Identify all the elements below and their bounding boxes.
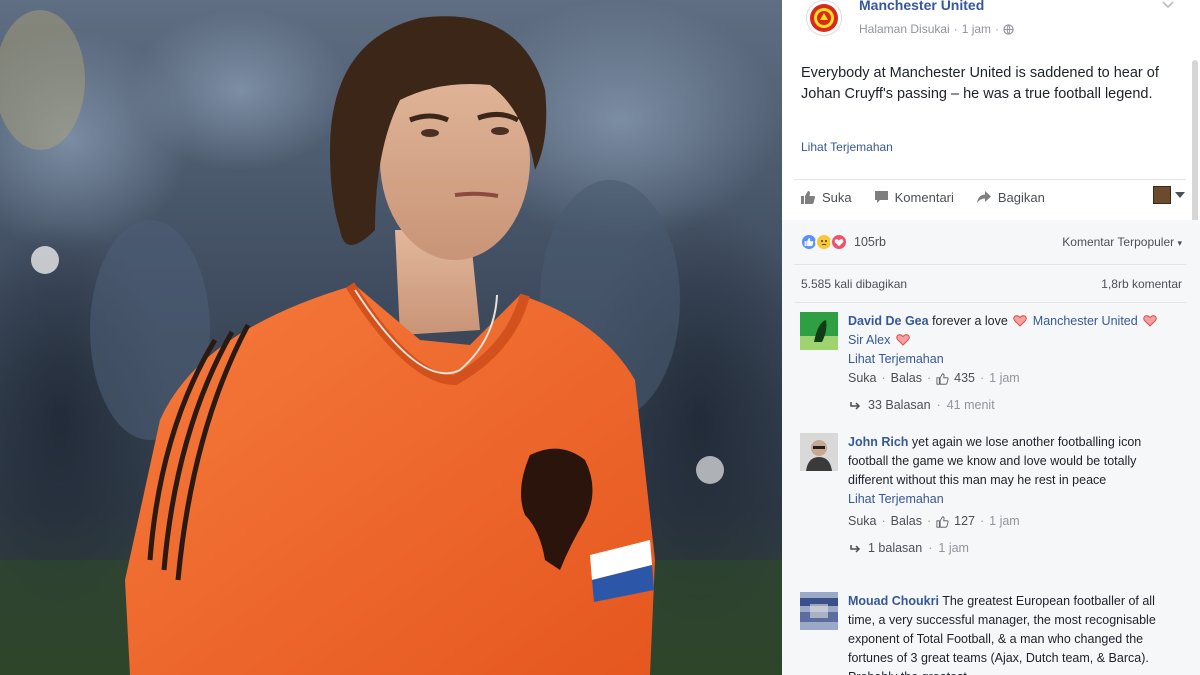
reply-count: 33 Balasan bbox=[868, 398, 931, 412]
comment-reply-link[interactable]: Balas bbox=[891, 369, 922, 388]
comment-meta: Suka · Balas · 127 · 1 jam bbox=[848, 512, 1170, 531]
like-button[interactable]: Suka bbox=[800, 190, 852, 205]
view-replies[interactable]: 1 balasan · 1 jam bbox=[850, 539, 1170, 558]
commenter-avatar[interactable] bbox=[800, 312, 838, 350]
globe-icon bbox=[1003, 23, 1014, 35]
post-actions: Suka Komentari Bagikan bbox=[800, 186, 1185, 208]
comment-like-link[interactable]: Suka bbox=[848, 512, 877, 531]
mentioned-page[interactable]: Manchester United bbox=[1033, 314, 1138, 328]
user-avatar bbox=[1153, 186, 1171, 204]
comment-text: forever a love bbox=[932, 314, 1008, 328]
thumbs-up-icon bbox=[936, 515, 949, 528]
reply-time: 1 jam bbox=[938, 541, 969, 555]
reply-arrow-icon bbox=[850, 544, 861, 553]
comment-icon bbox=[874, 191, 888, 203]
club-crest-icon bbox=[810, 4, 838, 32]
comment-sort-dropdown[interactable]: Komentar Terpopuler ▾ bbox=[1062, 235, 1182, 249]
reaction-count: 105rb bbox=[854, 235, 886, 249]
thumbs-up-icon bbox=[801, 190, 815, 204]
comment-time[interactable]: 1 jam bbox=[989, 512, 1020, 531]
post-text: Everybody at Manchester United is sadden… bbox=[801, 65, 1159, 102]
facebook-post-panel: Manchester United Halaman Disukai · 1 ja… bbox=[782, 0, 1200, 675]
thumbs-up-icon bbox=[936, 372, 949, 385]
love-reaction-icon bbox=[830, 233, 848, 251]
commenter-avatar[interactable] bbox=[800, 433, 838, 471]
comment-body: Mouad Choukri The greatest European foot… bbox=[848, 592, 1170, 675]
page-name[interactable]: Manchester United bbox=[859, 0, 984, 13]
heart-emoji-icon bbox=[1013, 315, 1028, 327]
comment-author[interactable]: Mouad Choukri bbox=[848, 594, 939, 608]
comment-count[interactable]: 1,8rb komentar bbox=[1101, 277, 1182, 291]
heart-emoji-icon bbox=[1143, 315, 1157, 327]
post-as-selector[interactable] bbox=[1153, 186, 1185, 204]
see-translation-link[interactable]: Lihat Terjemahan bbox=[848, 350, 1170, 369]
post-options-chevron-icon[interactable] bbox=[1162, 0, 1174, 12]
reactions-summary[interactable]: 105rb bbox=[800, 233, 886, 251]
reply-time: 41 menit bbox=[946, 398, 995, 412]
share-label: Bagikan bbox=[997, 189, 1045, 205]
comment-time[interactable]: 1 jam bbox=[989, 369, 1020, 388]
see-translation-link[interactable]: Lihat Terjemahan bbox=[801, 140, 893, 154]
sort-chevron-icon: ▾ bbox=[1177, 238, 1182, 248]
sort-label: Komentar Terpopuler bbox=[1062, 235, 1175, 249]
comment-label: Komentari bbox=[894, 189, 954, 205]
comment-like-count[interactable]: 127 bbox=[954, 512, 975, 531]
post-meta: Halaman Disukai · 1 jam · bbox=[859, 22, 1014, 36]
photo-illustration bbox=[0, 0, 782, 675]
comment-reply-link[interactable]: Balas bbox=[891, 512, 922, 531]
divider bbox=[794, 302, 1186, 303]
post-header: Manchester United Halaman Disukai · 1 ja… bbox=[800, 0, 1180, 46]
post-photo[interactable] bbox=[0, 0, 782, 675]
liked-page-label: Halaman Disukai bbox=[859, 22, 950, 36]
comment-author[interactable]: John Rich bbox=[848, 435, 908, 449]
share-arrow-icon bbox=[976, 191, 991, 203]
comment-button[interactable]: Komentari bbox=[874, 190, 954, 205]
view-replies[interactable]: 33 Balasan · 41 menit bbox=[850, 396, 1170, 415]
comment-body: John Rich yet again we lose another foot… bbox=[848, 433, 1170, 558]
heart-emoji-icon bbox=[896, 334, 910, 346]
mentioned-person[interactable]: Sir Alex bbox=[848, 333, 890, 347]
reply-arrow-icon bbox=[850, 401, 861, 410]
comment-like-count[interactable]: 435 bbox=[954, 369, 975, 388]
comment-body: David De Gea forever a love Manchester U… bbox=[848, 312, 1170, 415]
share-button[interactable]: Bagikan bbox=[976, 190, 1045, 205]
share-count[interactable]: 5.585 kali dibagikan bbox=[801, 277, 907, 291]
divider bbox=[794, 264, 1186, 265]
chevron-down-icon bbox=[1175, 192, 1185, 198]
comment-meta: Suka · Balas · 435 · 1 jam bbox=[848, 369, 1170, 388]
comment-like-link[interactable]: Suka bbox=[848, 369, 877, 388]
manchester-united-logo[interactable] bbox=[806, 0, 842, 36]
divider bbox=[794, 179, 1186, 180]
see-translation-link[interactable]: Lihat Terjemahan bbox=[848, 490, 1170, 509]
post-time[interactable]: 1 jam bbox=[962, 22, 991, 36]
commenter-avatar[interactable] bbox=[800, 592, 838, 630]
comment-author[interactable]: David De Gea bbox=[848, 314, 929, 328]
like-label: Suka bbox=[822, 189, 852, 205]
reply-count: 1 balasan bbox=[868, 541, 923, 555]
